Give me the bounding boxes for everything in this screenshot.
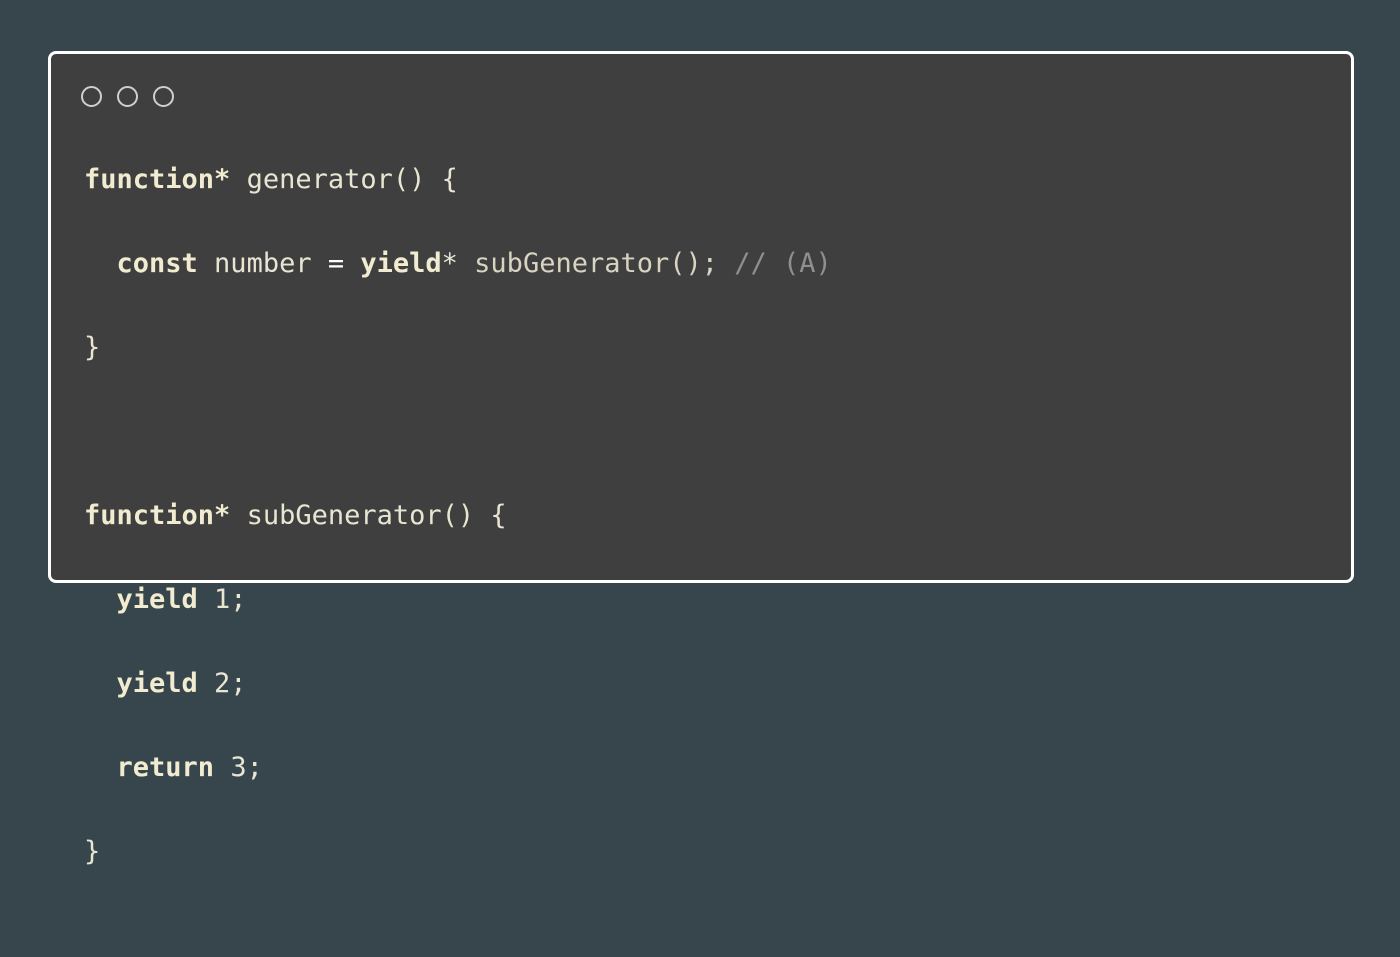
code-line: yield 1;	[84, 579, 832, 621]
code-line: const number = yield* subGenerator(); //…	[84, 243, 832, 285]
window-close-icon[interactable]	[81, 86, 102, 107]
code-keyword: return	[116, 752, 215, 783]
code-operator: =	[327, 248, 345, 279]
code-text: 1;	[197, 584, 247, 615]
code-line: yield 2;	[84, 663, 832, 705]
code-text: number	[197, 248, 328, 279]
code-keyword: yield	[116, 668, 198, 699]
code-comment: // (A)	[718, 248, 832, 279]
code-window: function* generator() { const number = y…	[48, 51, 1354, 867]
code-keyword: yield	[360, 248, 442, 279]
code-function-call: subGenerator();	[474, 248, 719, 279]
code-line: }	[84, 327, 832, 369]
code-text: 3;	[214, 752, 263, 783]
code-text: subGenerator() {	[230, 500, 507, 531]
code-text: 2;	[197, 668, 247, 699]
code-line: function* generator() {	[84, 159, 832, 201]
code-blank	[84, 416, 100, 447]
code-keyword: function*	[84, 164, 231, 195]
code-line: return 3;	[84, 747, 832, 789]
window-controls	[81, 86, 174, 107]
code-block: function* generator() { const number = y…	[84, 159, 832, 957]
code-text: }	[84, 836, 101, 867]
window-maximize-icon[interactable]	[153, 86, 174, 107]
code-text: generator() {	[230, 164, 458, 195]
code-text: }	[84, 332, 101, 363]
code-text: *	[441, 248, 475, 279]
code-keyword: function*	[84, 500, 231, 531]
code-line: function* subGenerator() {	[84, 495, 832, 537]
code-keyword: const	[116, 248, 198, 279]
window-minimize-icon[interactable]	[117, 86, 138, 107]
code-keyword: yield	[116, 584, 198, 615]
code-line: }	[84, 831, 832, 873]
code-line	[84, 411, 832, 453]
